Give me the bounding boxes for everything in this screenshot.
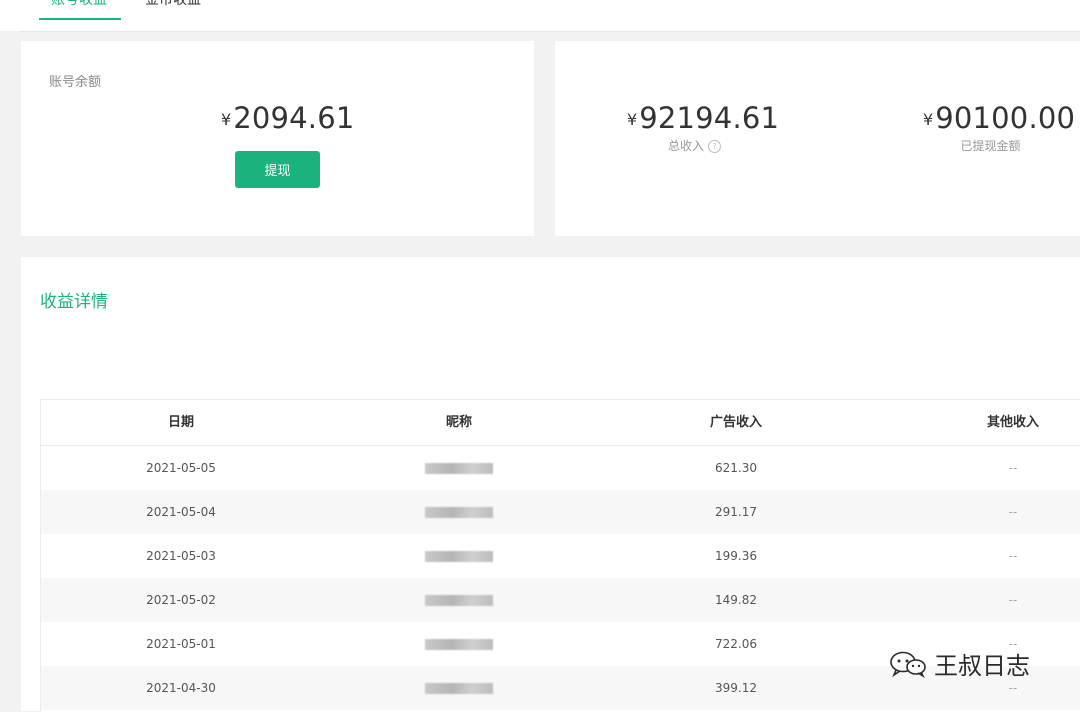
withdrawn-amount: ¥90100.00 已提现金额 — [923, 101, 1075, 154]
cell-other-income: -- — [1008, 505, 1018, 519]
total-income-value: 92194.61 — [639, 101, 780, 135]
watermark: 王叔日志 — [888, 646, 1030, 681]
wechat-icon — [890, 651, 926, 678]
blurred-nickname — [425, 463, 493, 474]
left-margin — [0, 31, 20, 711]
table-row: 2021-05-02 149.82 -- — [41, 578, 1080, 622]
cell-nickname — [399, 578, 519, 622]
blurred-nickname — [425, 595, 493, 606]
cell-nickname — [399, 446, 519, 490]
table-row: 2021-05-03 199.36 -- — [41, 534, 1080, 578]
column-header-nickname: 昵称 — [445, 415, 472, 430]
cell-other-income: -- — [1008, 549, 1018, 563]
cell-nickname — [399, 622, 519, 666]
cell-ad-income: 291.17 — [715, 505, 757, 519]
cell-nickname — [399, 666, 519, 710]
total-income-amount: ¥92194.61 — [627, 101, 779, 135]
currency-symbol: ¥ — [627, 110, 638, 129]
question-circle-icon[interactable]: ? — [708, 140, 721, 153]
table-row: 2021-05-04 291.17 -- — [41, 490, 1080, 534]
withdraw-button[interactable]: 提现 — [235, 151, 320, 188]
tab-account-income[interactable]: 账号收益 — [39, 0, 121, 20]
currency-symbol: ¥ — [221, 110, 232, 129]
balance-value: 2094.61 — [233, 101, 355, 135]
tab-bar: 账号收益 金币收益 — [0, 0, 1080, 32]
balance-card: 账号余额 ¥2094.61 提现 — [21, 41, 534, 236]
tab-coin-income[interactable]: 金币收益 — [145, 0, 201, 14]
cell-ad-income: 149.82 — [715, 593, 757, 607]
cell-ad-income: 621.30 — [715, 461, 757, 475]
withdrawn-value: 90100.00 — [935, 101, 1076, 135]
total-income: ¥92194.61 总收入? — [627, 101, 779, 154]
blurred-nickname — [425, 639, 493, 650]
cell-nickname — [399, 490, 519, 534]
income-details-card: 收益详情 日期 昵称 广告收入 其他收入 2021-05-05 621.30 -- 2… — [21, 257, 1080, 712]
cell-date: 2021-05-04 — [146, 505, 216, 519]
total-income-label: 总收入 — [667, 139, 704, 153]
currency-symbol: ¥ — [923, 110, 934, 129]
withdrawn-amount-value-wrap: ¥90100.00 — [923, 101, 1075, 135]
cell-date: 2021-05-03 — [146, 549, 216, 563]
section-title: 收益详情 — [40, 292, 108, 312]
cell-date: 2021-05-01 — [146, 637, 216, 651]
blurred-nickname — [425, 551, 493, 562]
cell-ad-income: 399.12 — [715, 681, 757, 695]
cell-date: 2021-05-02 — [146, 593, 216, 607]
cell-date: 2021-05-05 — [146, 461, 216, 475]
cell-date: 2021-04-30 — [146, 681, 216, 695]
blurred-nickname — [425, 683, 493, 694]
cell-ad-income: 722.06 — [715, 637, 757, 651]
cell-nickname — [399, 534, 519, 578]
balance-amount: ¥2094.61 — [221, 101, 355, 135]
watermark-text: 王叔日志 — [934, 652, 1030, 680]
table-row: 2021-05-05 621.30 -- — [41, 446, 1080, 490]
withdrawn-label: 已提现金额 — [960, 139, 1021, 153]
column-header-ad-income: 广告收入 — [709, 415, 762, 430]
blurred-nickname — [425, 507, 493, 518]
income-summary-card: ¥92194.61 总收入? ¥90100.00 已提现金额 — [555, 41, 1080, 236]
total-income-caption: 总收入? — [627, 137, 762, 154]
column-header-date: 日期 — [167, 415, 194, 430]
table-header: 日期 昵称 广告收入 其他收入 — [41, 400, 1080, 446]
balance-label: 账号余额 — [49, 75, 102, 90]
cell-ad-income: 199.36 — [715, 549, 757, 563]
cell-other-income: -- — [1008, 593, 1018, 607]
column-header-other-income: 其他收入 — [986, 415, 1039, 430]
cell-other-income: -- — [1008, 461, 1018, 475]
